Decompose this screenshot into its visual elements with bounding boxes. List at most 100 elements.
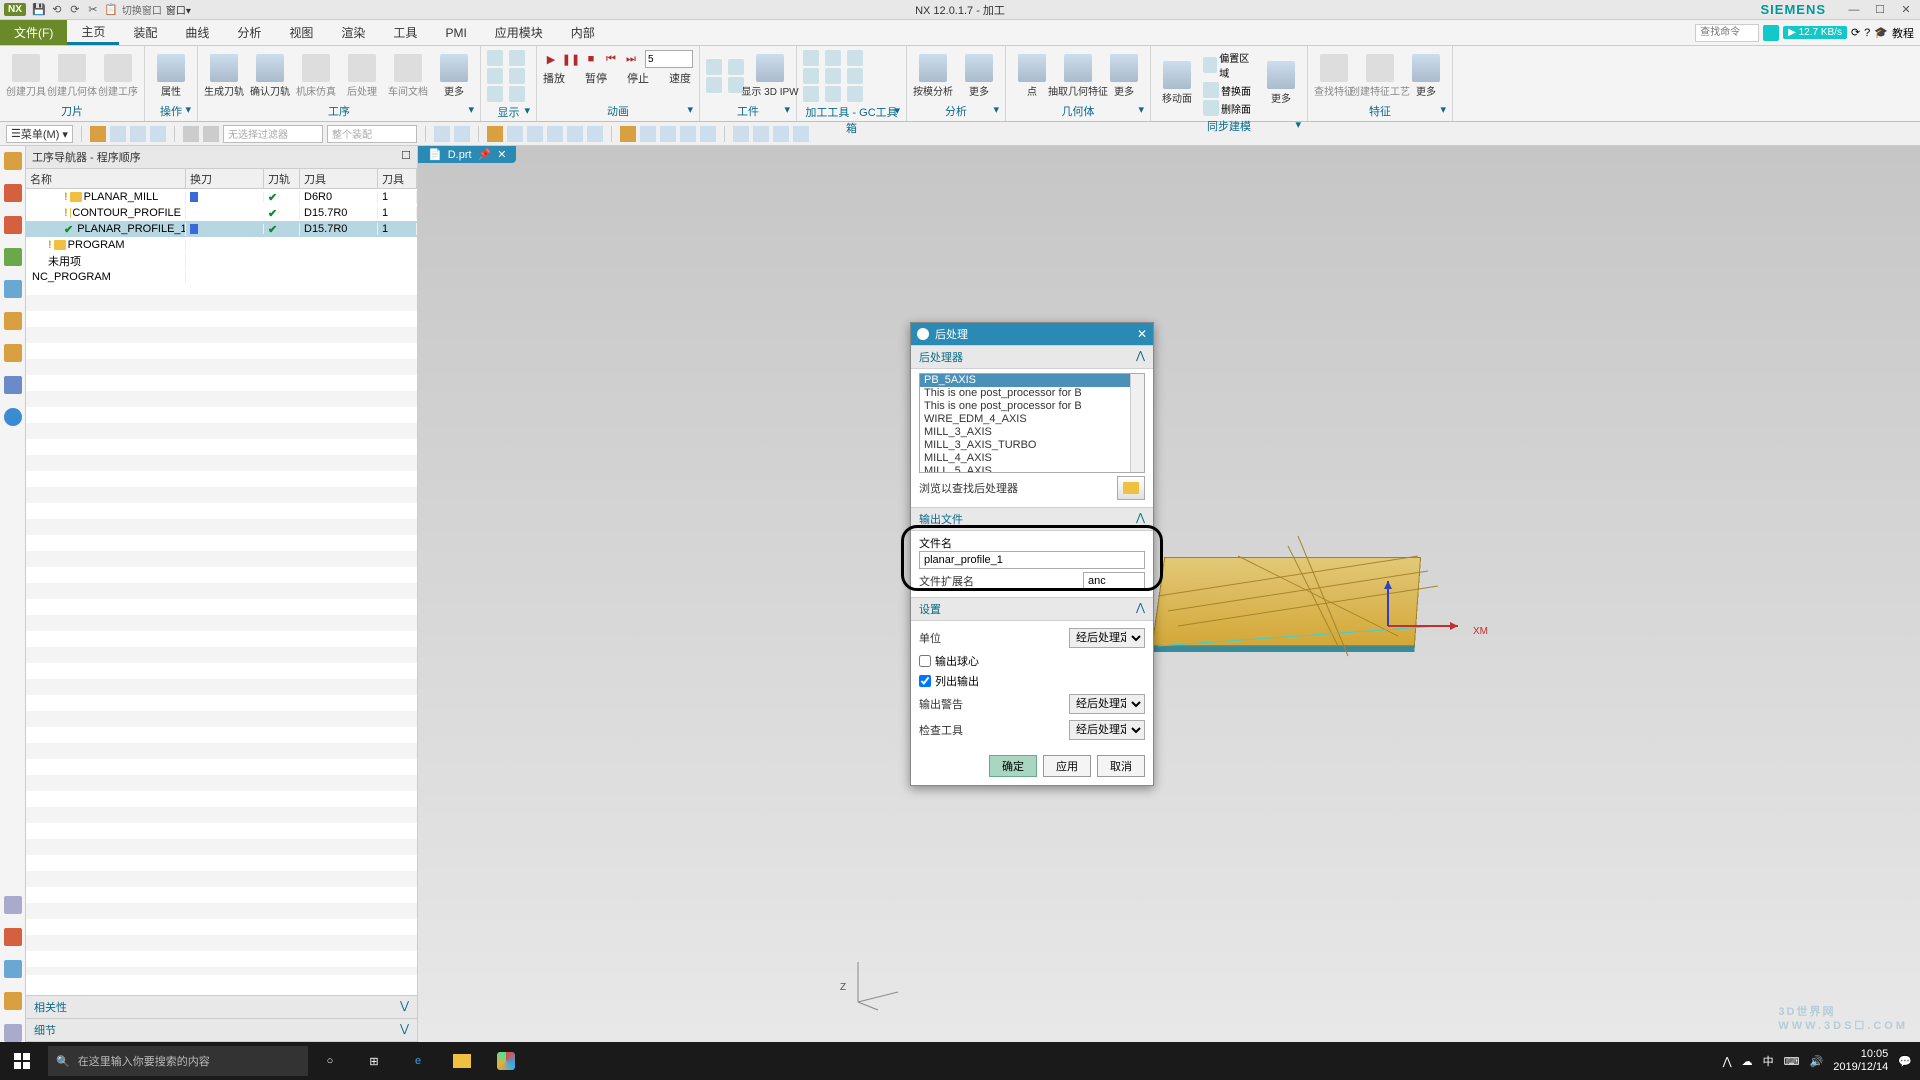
tab-pin-icon[interactable]: 📌 [478, 148, 492, 161]
section-output[interactable]: 输出文件⋀ [911, 507, 1153, 531]
tutorial-link[interactable]: 教程 [1892, 25, 1914, 41]
navigator-related[interactable]: 相关性⋁ [26, 996, 417, 1019]
cmd-finder-icon[interactable] [1763, 25, 1779, 41]
ime-indicator[interactable]: 中 [1763, 1053, 1774, 1069]
menu-dropdown[interactable]: ☰ 菜单(M) ▾ [6, 125, 73, 143]
rail-icon[interactable] [4, 928, 22, 946]
table-row[interactable]: ! CONTOUR_PROFILE✔D15.7R01 [26, 205, 417, 221]
ime-icon[interactable]: ⌨ [1784, 1055, 1800, 1068]
create-geom-button[interactable]: 创建几何体 [50, 54, 94, 98]
more-sync-button[interactable]: 更多 [1259, 61, 1303, 105]
cap-icon[interactable]: 🎓 [1874, 26, 1888, 39]
table-row[interactable]: ! PROGRAM [26, 237, 417, 253]
postprocess-button[interactable]: 后处理 [340, 54, 384, 98]
shop-doc-button[interactable]: 车间文档 [386, 54, 430, 98]
navigator-detail[interactable]: 细节⋁ [26, 1019, 417, 1042]
create-op-button[interactable]: 创建工序 [96, 54, 140, 98]
check-tool-select[interactable]: 经后处理定义 [1069, 720, 1145, 740]
sel-icon[interactable] [90, 126, 106, 142]
sel-icon[interactable] [183, 126, 199, 142]
tab-curve[interactable]: 曲线 [171, 20, 223, 45]
stop-icon[interactable]: ■ [583, 51, 599, 67]
tab-view[interactable]: 视图 [275, 20, 327, 45]
create-tool-button[interactable]: 创建刀具 [4, 54, 48, 98]
disp-icon[interactable] [487, 68, 503, 84]
switch-window[interactable]: 切换窗口 [122, 3, 162, 17]
list-output-checkbox[interactable]: 列出输出 [919, 671, 1145, 691]
rail-icon[interactable] [4, 408, 22, 426]
table-row[interactable]: ! PLANAR_MILL✔D6R01 [26, 189, 417, 205]
properties-button[interactable]: 属性 [149, 54, 193, 98]
edge-icon[interactable]: e [396, 1042, 440, 1080]
list-item[interactable]: MILL_4_AXIS [920, 452, 1144, 465]
navigator-pin-icon[interactable]: ☐ [401, 149, 411, 165]
undo-icon[interactable]: ⟲ [50, 3, 64, 17]
disp-icon[interactable] [509, 68, 525, 84]
rail-icon[interactable] [4, 184, 22, 202]
rail-icon[interactable] [4, 376, 22, 394]
refresh-icon[interactable]: ⟳ [1851, 26, 1860, 39]
play-icon[interactable]: ▶ [543, 51, 559, 67]
tab-render[interactable]: 渲染 [327, 20, 379, 45]
section-settings[interactable]: 设置⋀ [911, 597, 1153, 621]
disp-icon[interactable] [509, 50, 525, 66]
postprocessor-list[interactable]: PB_5AXISThis is one post_processor for B… [919, 373, 1145, 473]
more-op-button[interactable]: 更多 [432, 54, 476, 98]
navigator-body[interactable]: ! PLANAR_MILL✔D6R01! CONTOUR_PROFILE✔D15… [26, 189, 417, 995]
sel-icon[interactable] [110, 126, 126, 142]
table-row[interactable]: NC_PROGRAM [26, 269, 417, 285]
sel-icon[interactable] [203, 126, 219, 142]
tab-assembly[interactable]: 装配 [119, 20, 171, 45]
copy-icon[interactable]: 📋 [104, 3, 118, 17]
file-menu[interactable]: 文件(F) [0, 20, 67, 45]
redo-icon[interactable]: ⟳ [68, 3, 82, 17]
wp-icon[interactable] [706, 59, 722, 75]
action-center-icon[interactable]: 💬 [1898, 1055, 1912, 1068]
unit-select[interactable]: 经后处理定义 [1069, 628, 1145, 648]
cloud-icon[interactable]: ☁ [1742, 1055, 1753, 1068]
sel-icon[interactable] [150, 126, 166, 142]
machine-sim-button[interactable]: 机床仿真 [294, 54, 338, 98]
rail-icon[interactable] [4, 280, 22, 298]
clock[interactable]: 10:05 2019/12/14 [1833, 1048, 1888, 1074]
more-feature-button[interactable]: 更多 [1404, 54, 1448, 98]
pause-icon[interactable]: ❚❚ [563, 51, 579, 67]
list-item[interactable]: MILL_3_AXIS [920, 426, 1144, 439]
create-feature-process-button[interactable]: 创建特征工艺 [1358, 54, 1402, 98]
more-analysis-button[interactable]: 更多 [957, 54, 1001, 98]
cancel-button[interactable]: 取消 [1097, 755, 1145, 777]
cortana-icon[interactable]: ○ [308, 1042, 352, 1080]
rail-icon[interactable] [4, 344, 22, 362]
disp-icon[interactable] [509, 86, 525, 102]
rail-icon[interactable] [4, 960, 22, 978]
list-item[interactable]: PB_5AXIS [920, 374, 1144, 387]
list-item[interactable]: This is one post_processor for B [920, 400, 1144, 413]
wp-icon[interactable] [728, 59, 744, 75]
list-item[interactable]: WIRE_EDM_4_AXIS [920, 413, 1144, 426]
tab-close-icon[interactable]: ✕ [497, 148, 506, 161]
mold-analyze-button[interactable]: 按模分析 [911, 54, 955, 98]
taskview-icon[interactable]: ⊞ [352, 1042, 396, 1080]
tab-home[interactable]: 主页 [67, 20, 119, 45]
list-item[interactable]: MILL_5_AXIS [920, 465, 1144, 473]
table-row[interactable]: ✔ PLANAR_PROFILE_1✔D15.7R01 [26, 221, 417, 237]
apply-button[interactable]: 应用 [1043, 755, 1091, 777]
close-button[interactable]: ✕ [1896, 3, 1916, 16]
output-ball-checkbox[interactable]: 输出球心 [919, 651, 1145, 671]
rewind-icon[interactable]: ⏮ [603, 51, 619, 67]
tab-tool[interactable]: 工具 [379, 20, 431, 45]
scrollbar[interactable] [1130, 374, 1144, 472]
help-icon[interactable]: ? [1864, 27, 1870, 39]
list-item[interactable]: This is one post_processor for B [920, 387, 1144, 400]
warn-select[interactable]: 经后处理定义 [1069, 694, 1145, 714]
dialog-close-icon[interactable]: ✕ [1137, 327, 1147, 341]
nx-app-icon[interactable] [484, 1042, 528, 1080]
tab-internal[interactable]: 内部 [557, 20, 609, 45]
rail-icon[interactable] [4, 216, 22, 234]
table-row[interactable]: 未用项 [26, 253, 417, 269]
cut-icon[interactable]: ✂ [86, 3, 100, 17]
start-button[interactable] [0, 1053, 44, 1069]
document-tab[interactable]: 📄 D.prt 📌 ✕ [418, 146, 516, 163]
ext-input[interactable] [1083, 572, 1145, 590]
move-face-button[interactable]: 移动面 [1155, 61, 1199, 105]
